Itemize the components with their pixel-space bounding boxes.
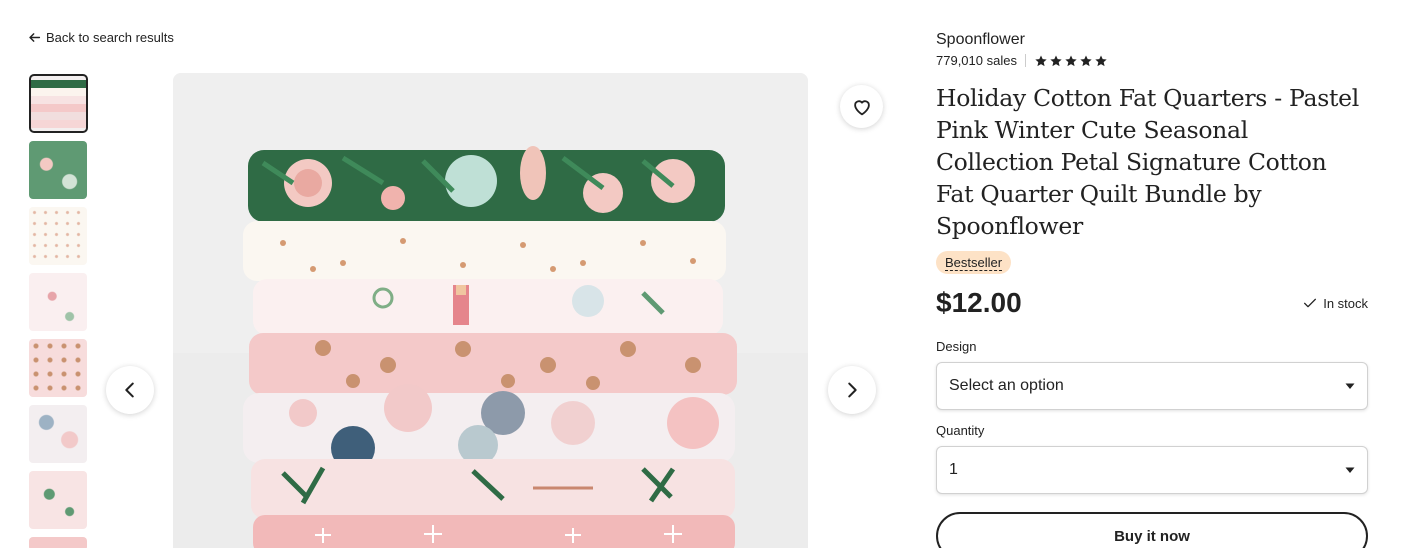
- quantity-label: Quantity: [936, 423, 985, 438]
- arrow-left-icon: [29, 33, 41, 42]
- favorite-button[interactable]: [840, 85, 883, 128]
- divider: [1024, 54, 1026, 67]
- thumbnail-1[interactable]: [29, 74, 88, 133]
- thumbnail-8[interactable]: [29, 537, 87, 548]
- checkmark-icon: [1304, 298, 1317, 308]
- star-icon: [1080, 54, 1092, 66]
- heart-icon: [853, 99, 870, 115]
- chevron-left-icon: [125, 382, 134, 398]
- quantity-select[interactable]: 1: [936, 446, 1368, 494]
- star-icon: [1095, 54, 1107, 66]
- sales-count: 779,010 sales: [936, 53, 1017, 68]
- main-product-image: [173, 73, 808, 548]
- shop-sales-row: 779,010 sales: [936, 53, 1368, 68]
- bestseller-badge[interactable]: Bestseller: [936, 251, 1012, 274]
- thumbnail-list: [29, 74, 89, 548]
- star-icon: [1050, 54, 1062, 66]
- price: $12.00: [936, 287, 1022, 318]
- listing-info-panel: Spoonflower 779,010 sales Holiday Cotton…: [936, 30, 1368, 548]
- star-icon: [1035, 54, 1047, 66]
- design-label: Design: [936, 339, 977, 354]
- star-icon: [1065, 54, 1077, 66]
- previous-image-button[interactable]: [106, 366, 154, 414]
- next-image-button[interactable]: [828, 366, 876, 414]
- thumbnail-7[interactable]: [29, 471, 87, 529]
- rating-stars[interactable]: [1034, 54, 1108, 68]
- stock-label: In stock: [1323, 295, 1368, 311]
- back-link-label: Back to search results: [46, 30, 174, 45]
- shop-name-link[interactable]: Spoonflower: [936, 30, 1368, 50]
- badge-label: Bestseller: [945, 255, 1003, 271]
- chevron-right-icon: [848, 382, 857, 398]
- price-row: $12.00 In stock: [936, 284, 1368, 322]
- listing-title: Holiday Cotton Fat Quarters - Pastel Pin…: [936, 84, 1359, 240]
- thumbnail-2[interactable]: [29, 141, 87, 199]
- design-select[interactable]: Select an option: [936, 362, 1368, 410]
- caret-down-icon: [1345, 383, 1355, 389]
- design-select-value: Select an option: [949, 377, 1064, 394]
- stock-status: In stock: [1302, 295, 1368, 311]
- thumbnail-3[interactable]: [29, 207, 87, 265]
- caret-down-icon: [1345, 467, 1355, 473]
- back-to-search-link[interactable]: Back to search results: [28, 30, 174, 45]
- thumbnail-4[interactable]: [29, 273, 87, 331]
- quantity-select-value: 1: [949, 461, 958, 478]
- thumbnail-6[interactable]: [29, 405, 87, 463]
- buy-it-now-button[interactable]: Buy it now: [936, 512, 1368, 548]
- thumbnail-5[interactable]: [29, 339, 87, 397]
